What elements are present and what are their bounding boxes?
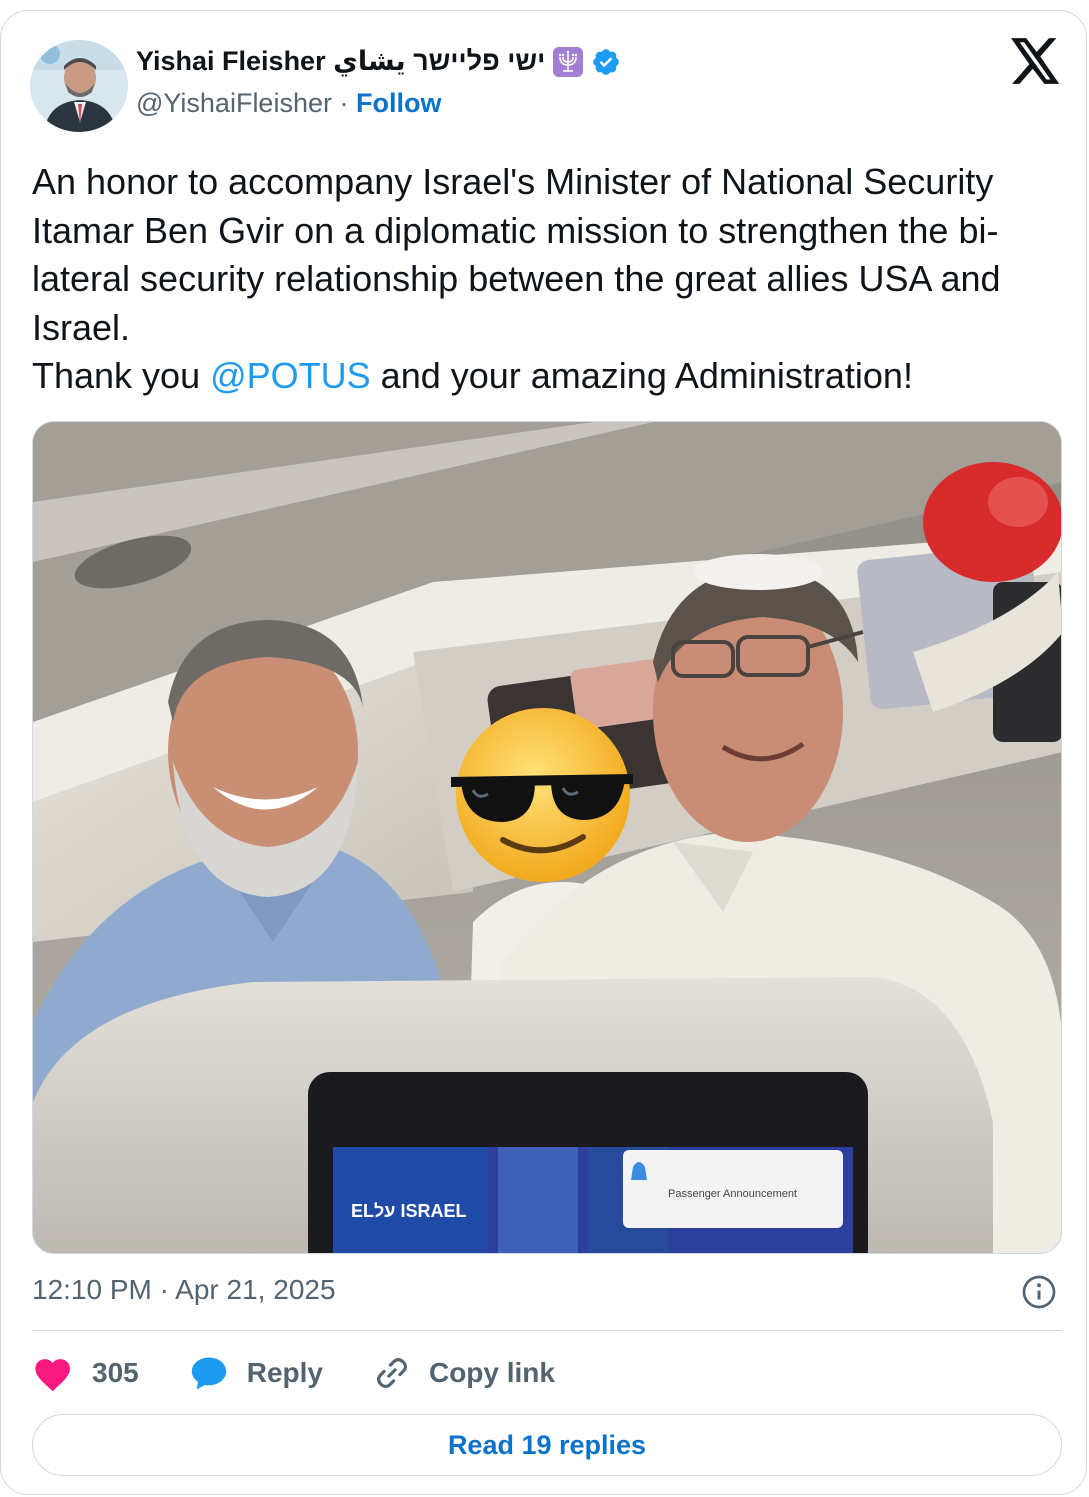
x-logo-icon[interactable] [1011,38,1061,84]
tweet-paragraph: An honor to accompany Israel's Minister … [32,161,1001,348]
author-display-name[interactable]: Yishai Fleisher ישי פליישר يشاي [136,46,545,77]
divider [32,1330,1062,1331]
info-icon[interactable] [1021,1274,1057,1310]
copy-link-label: Copy link [428,1357,555,1388]
like-button[interactable]: 305 [32,1354,139,1392]
verified-badge-icon [591,47,621,77]
read-replies-button[interactable]: Read 19 replies [32,1414,1062,1476]
tweet-photo[interactable]: Passenger Announcement ELעל ISRAEL [32,421,1062,1254]
author-handle[interactable]: @YishaiFleisher [136,88,332,118]
author-name-row[interactable]: Yishai Fleisher ישי פליישר يشاي [136,46,621,77]
tweet-timestamp[interactable]: 12:10 PM · Apr 21, 2025 [32,1274,336,1306]
menorah-icon [553,46,584,77]
link-icon [376,1357,407,1389]
author-avatar[interactable] [30,40,128,132]
reply-button[interactable]: Reply [189,1355,323,1391]
thanks-suffix: and your amazing Administration! [370,355,913,396]
screen-brand: ELעל ISRAEL [351,1201,466,1221]
copy-link-button[interactable]: Copy link [373,1354,555,1392]
separator-dot: · [339,88,349,118]
tweet-thanks-line: Thank you @POTUS and your amazing Admini… [32,352,1052,401]
screen-notice: Passenger Announcement [668,1188,797,1200]
author-handle-row: @YishaiFleisher · Follow [136,88,442,119]
heart-icon [35,1359,70,1392]
action-bar: 305 Reply Copy link [32,1348,605,1398]
thanks-prefix: Thank you [32,355,211,396]
like-count: 305 [92,1357,139,1388]
mention-link[interactable]: @POTUS [210,355,371,396]
reply-label: Reply [246,1357,323,1388]
tweet-text: An honor to accompany Israel's Minister … [32,158,1052,401]
reply-bubble-icon [191,1357,226,1390]
follow-button[interactable]: Follow [356,88,441,118]
